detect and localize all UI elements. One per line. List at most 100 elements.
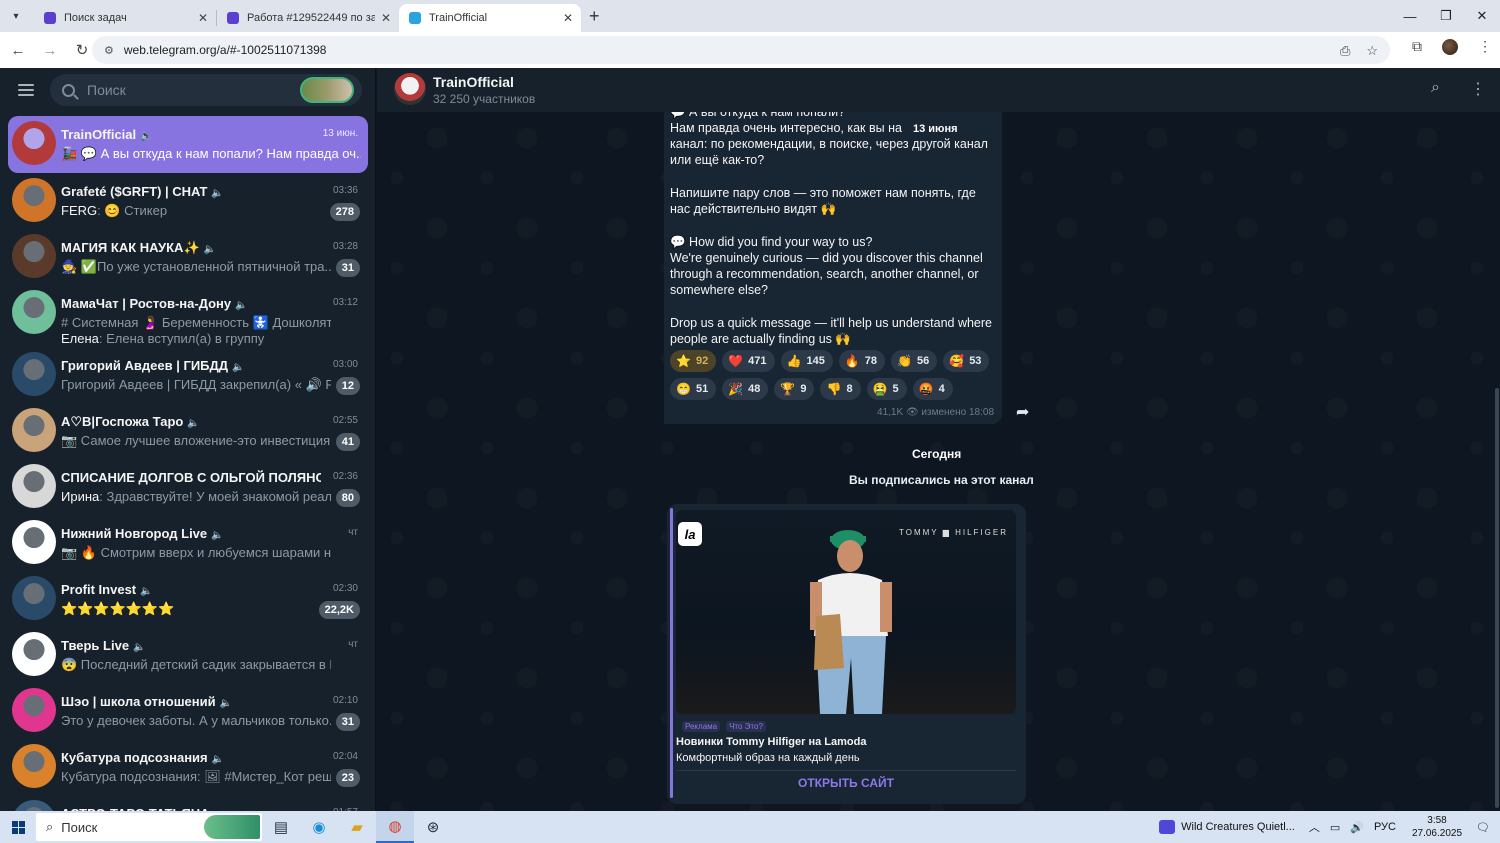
reaction-count: 471 <box>748 355 767 367</box>
post-line: We're genuinely curious — did you discov… <box>670 251 983 265</box>
reaction-chip[interactable]: 🤮 5 <box>866 378 907 400</box>
chat-list-item[interactable]: Нижний Новгород Live 🔈 чт 📷 🔥 Смотрим вверх… <box>8 515 368 571</box>
file-explorer-icon[interactable]: ▰ <box>338 811 376 843</box>
forward-icon[interactable]: → <box>36 42 64 59</box>
post-text: 💬 А вы откуда к нам попали? Нам правда оч… <box>670 104 996 347</box>
more-menu-icon[interactable]: ⋮ <box>1470 79 1486 99</box>
maximize-icon[interactable]: ❐ <box>1428 0 1464 32</box>
browser-menu-icon[interactable]: ⋮ <box>1478 38 1492 55</box>
browser-tab[interactable]: Поиск задач ✕ <box>34 4 216 32</box>
chat-name: Григорий Авдеев | ГИБДД 🔈 <box>61 358 245 373</box>
steam-icon[interactable]: ⊛ <box>414 811 452 843</box>
chat-list-item[interactable]: МамаЧат | Ростов-на-Дону 🔈 03:12 # Системна… <box>8 285 368 347</box>
lamoda-logo: la <box>678 522 702 546</box>
taskbar-search[interactable]: ⌕ Поиск <box>36 813 262 841</box>
task-view-icon[interactable]: ▤ <box>262 811 300 843</box>
volume-icon[interactable]: 🔊 <box>1350 821 1364 834</box>
new-tab-icon[interactable]: + <box>589 6 600 27</box>
stories-avatars[interactable] <box>300 77 354 103</box>
close-tab-icon[interactable]: ✕ <box>563 11 573 25</box>
reaction-chip[interactable]: 🏆 9 <box>774 378 815 400</box>
browser-tab[interactable]: Работа #129522449 по заказу ✕ <box>217 4 399 32</box>
media-widget[interactable]: Wild Creatures Quietl... <box>1159 820 1295 834</box>
reaction-count: 8 <box>846 383 853 395</box>
channel-post[interactable]: 💬 А вы откуда к нам попали? Нам правда оч… <box>664 98 1002 424</box>
main-menu-icon[interactable] <box>18 84 34 96</box>
close-tab-icon[interactable]: ✕ <box>381 11 391 25</box>
chat-list-item[interactable]: МАГИЯ КАК НАУКА✨ 🔈 03:28 🧙 ✅По уже установл… <box>8 229 368 285</box>
chrome-icon[interactable]: ◍ <box>376 811 414 843</box>
muted-icon: 🔈 <box>232 362 245 373</box>
reaction-chip[interactable]: 🥰 53 <box>943 350 990 372</box>
browser-tab[interactable]: TrainOfficial ✕ <box>399 4 581 32</box>
muted-icon: 🔈 <box>203 244 217 255</box>
muted-icon: 🔈 <box>211 754 225 765</box>
close-window-icon[interactable]: ✕ <box>1464 0 1500 32</box>
bookmark-star-icon[interactable]: ☆ <box>1366 43 1378 59</box>
tab-title: Поиск задач <box>64 12 127 24</box>
chat-list-item[interactable]: АСТРО-ТАРО ТАТЬЯНА🔈01:57 <box>8 795 368 811</box>
reaction-chip[interactable]: 😁 51 <box>670 378 717 400</box>
search-input[interactable]: Поиск <box>50 74 362 106</box>
network-icon[interactable]: ▭ <box>1330 821 1340 834</box>
chat-list-item[interactable]: Кубатура подсознания 🔈 02:04 Кубатура подсо… <box>8 739 368 795</box>
reaction-chip[interactable]: 👎 8 <box>820 378 861 400</box>
model-photo <box>810 530 892 714</box>
chat-list-item[interactable]: TrainOfficial 🔈 13 июн. 🚂 💬 А вы откуда к н… <box>8 116 368 173</box>
site-info-icon[interactable]: ⚙ <box>104 44 114 57</box>
start-button[interactable] <box>0 820 36 834</box>
chat-name: Тверь Live 🔈 <box>61 638 146 653</box>
chat-time: 02:10 <box>332 695 358 706</box>
channel-avatar[interactable] <box>394 73 426 105</box>
url-text: web.telegram.org/a/#-1002511071398 <box>123 43 327 57</box>
reaction-chip[interactable]: ⭐ 92 <box>670 350 717 372</box>
chat-name: Нижний Новгород Live 🔈 <box>61 526 224 541</box>
chat-list-item[interactable]: Profit Invest 🔈 02:30 ⭐⭐⭐⭐⭐⭐⭐ 22,2K <box>8 571 368 627</box>
reaction-chip[interactable]: 🎉 48 <box>722 378 769 400</box>
reaction-chip[interactable]: 🤬 4 <box>912 378 953 400</box>
install-app-icon[interactable]: ⎙ <box>1340 43 1350 59</box>
profile-avatar[interactable] <box>1442 38 1458 55</box>
close-tab-icon[interactable]: ✕ <box>198 11 208 25</box>
reaction-emoji-icon: ⭐ <box>676 354 691 368</box>
tray-chevron-icon[interactable]: ︿ <box>1309 819 1320 835</box>
chat-list-item[interactable]: Тверь Live 🔈 чт 😨 Последний детский садик з… <box>8 627 368 683</box>
chat-preview: ⭐⭐⭐⭐⭐⭐⭐ <box>61 601 175 616</box>
chat-list-item[interactable]: Григорий Авдеев | ГИБДД 🔈 03:00 Григорий Ав… <box>8 347 368 403</box>
chat-list-item[interactable]: A♡B|Госпожа Таро 🔈 02:55 📷 Самое лучшее вло… <box>8 403 368 459</box>
sponsored-message[interactable]: la TOMMY ▆ HILFIGER Реклама Что Это? Нови… <box>667 504 1026 804</box>
what-is-this-link[interactable]: Что Это? <box>726 721 766 732</box>
minimize-icon[interactable]: — <box>1392 0 1428 32</box>
chat-header[interactable]: TrainOfficial 32 250 участников ⌕ ⋮ <box>377 68 1500 112</box>
address-bar[interactable]: ⚙ web.telegram.org/a/#-1002511071398 ⎙ ☆ <box>92 36 1390 64</box>
post-line: through a recommendation, search, anothe… <box>670 267 979 281</box>
chat-list-item[interactable]: СПИСАНИЕ ДОЛГОВ С ОЛЬГОЙ ПОЛЯНС...🔈 02:36… <box>8 459 368 515</box>
unread-badge: 80 <box>335 489 360 507</box>
reaction-chip[interactable]: 🔥 78 <box>838 350 886 372</box>
extensions-icon[interactable]: ⧉ <box>1412 38 1422 55</box>
edge-icon[interactable]: ◉ <box>300 811 338 843</box>
open-site-button[interactable]: ОТКРЫТЬ САЙТ <box>676 776 1016 790</box>
reaction-chip[interactable]: 👍 145 <box>780 350 833 372</box>
chat-list-item[interactable]: Grafeté ($GRFT) | CHAT 🔈 03:36 FERG: 😊 Стик… <box>8 173 368 229</box>
chat-scrollbar[interactable] <box>1495 388 1499 808</box>
reaction-emoji-icon: 🤮 <box>872 382 888 396</box>
tab-search-icon[interactable]: ▾ <box>6 6 26 26</box>
post-line: канал: по рекомендации, в поиске, через … <box>670 137 988 151</box>
eye-icon: 👁 <box>905 407 922 418</box>
language-indicator[interactable]: РУС <box>1374 821 1396 833</box>
reaction-chip[interactable]: ❤️ 471 <box>722 350 775 372</box>
reaction-chip[interactable]: 👏 56 <box>891 350 938 372</box>
search-icon[interactable]: ⌕ <box>1431 79 1440 97</box>
chat-preview: # Системная 🤰 Беременность 🚼 Дошколята (… <box>61 315 331 330</box>
back-icon[interactable]: ← <box>4 42 32 59</box>
ad-image[interactable]: la TOMMY ▆ HILFIGER <box>676 510 1016 714</box>
notifications-icon[interactable]: 🗨 <box>1476 821 1490 834</box>
chat-avatar <box>12 408 56 452</box>
muted-icon: 🔈 <box>219 698 233 709</box>
clock[interactable]: 3:58 27.06.2025 <box>1412 814 1462 840</box>
tab-title: Работа #129522449 по заказу <box>247 12 375 24</box>
chat-list-item[interactable]: Шэо | школа отношений 🔈 02:10 Это у девочек… <box>8 683 368 739</box>
share-icon[interactable]: ➦ <box>1016 402 1029 422</box>
